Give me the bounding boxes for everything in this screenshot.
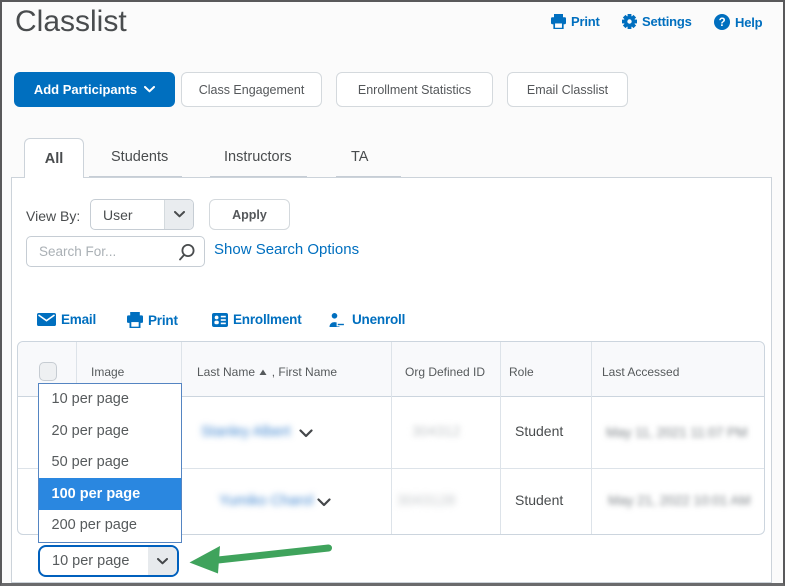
svg-text:?: ? bbox=[719, 17, 726, 29]
